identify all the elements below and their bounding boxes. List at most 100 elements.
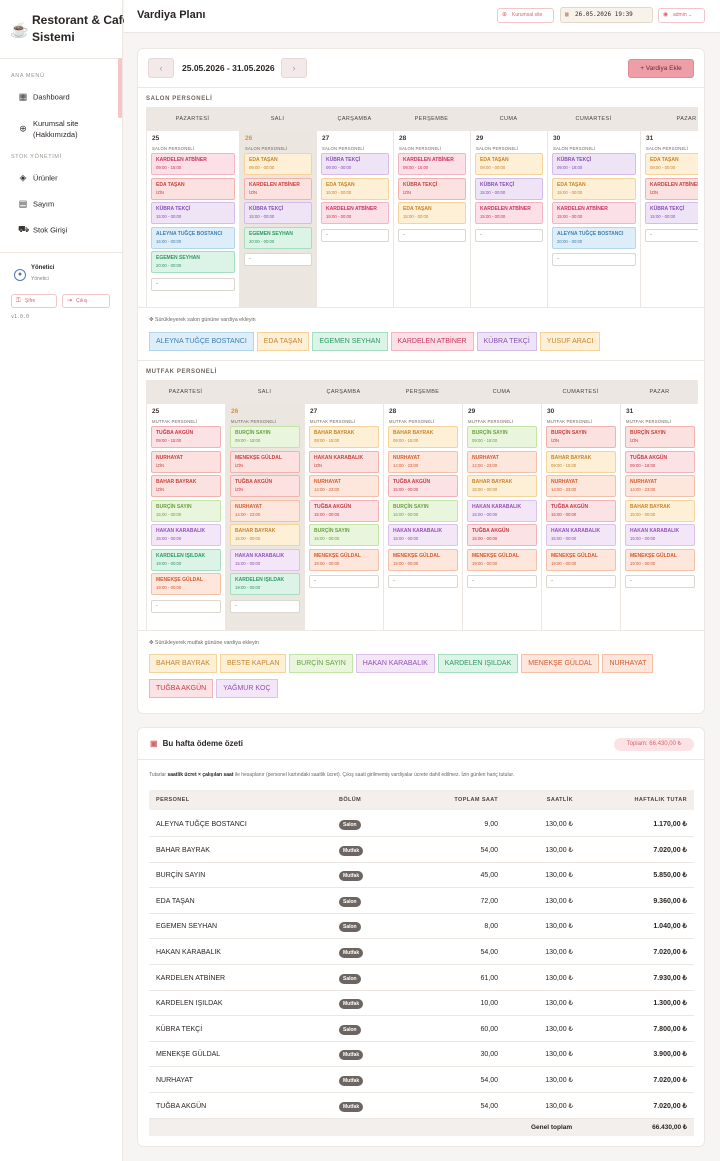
shift-card[interactable]: HAKAN KARABALIK 15:00 - 00:00 bbox=[625, 524, 695, 546]
shift-card[interactable]: MENEKŞE GÜLDAL 19:00 - 00:00 bbox=[625, 548, 695, 571]
shift-card[interactable]: NURHAYAT 14:00 - 23:00 bbox=[546, 475, 616, 497]
shift-card[interactable]: BURÇİN SAYIN 15:00 - 00:00 bbox=[388, 499, 458, 522]
shift-card[interactable]: KARDELEN ATBİNER İZİN bbox=[244, 177, 312, 200]
shift-card[interactable]: BAHAR BAYRAK 15:00 - 00:00 bbox=[467, 475, 537, 497]
shift-card[interactable]: BAHAR BAYRAK 09:00 - 15:00 bbox=[546, 450, 616, 473]
shift-card[interactable]: TUĞBA AKGÜN İZİN bbox=[230, 475, 300, 497]
shift-card[interactable]: BURÇİN SAYIN 15:00 - 00:00 bbox=[309, 524, 379, 546]
shift-card[interactable]: ALEYNA TUĞÇE BOSTANCI 16:00 - 00:00 bbox=[151, 226, 235, 249]
shift-card[interactable]: HAKAN KARABALIK 15:00 - 00:00 bbox=[546, 524, 616, 546]
shift-card[interactable]: BAHAR BAYRAK 09:00 - 15:00 bbox=[309, 426, 379, 448]
shift-card[interactable]: BAHAR BAYRAK İZİN bbox=[151, 475, 221, 497]
sidebar-item-dashboard[interactable]: ▦ Dashboard bbox=[0, 86, 118, 108]
add-shift-box[interactable]: - bbox=[546, 575, 616, 588]
add-shift-box[interactable]: - bbox=[475, 228, 543, 242]
shift-card[interactable]: HAKAN KARABALIK 15:00 - 00:00 bbox=[388, 524, 458, 546]
shift-card[interactable]: MENEKŞE GÜLDAL 19:00 - 00:00 bbox=[151, 573, 221, 595]
shift-card[interactable]: EDA TAŞAN 15:00 - 00:00 bbox=[321, 177, 389, 200]
shift-card[interactable]: NURHAYAT 14:00 - 23:00 bbox=[230, 499, 300, 522]
staff-chip[interactable]: KARDELEN ATBİNER bbox=[390, 332, 474, 351]
staff-chip[interactable]: MENEKŞE GÜLDAL bbox=[521, 654, 600, 673]
staff-chip[interactable]: ALEYNA TUĞÇE BOSTANCI bbox=[149, 332, 254, 351]
shift-card[interactable]: EDA TAŞAN 09:00 - 00:00 bbox=[645, 153, 698, 175]
shift-card[interactable]: EGEMEN SEYHAN 20:00 - 00:00 bbox=[151, 251, 235, 273]
shift-card[interactable]: EDA TAŞAN İZİN bbox=[151, 177, 235, 200]
shift-card[interactable]: BURÇİN SAYIN 09:00 - 18:00 bbox=[230, 426, 300, 448]
shift-card[interactable]: KÜBRA TEKÇİ İZİN bbox=[398, 177, 466, 200]
sidebar-item-stock-entry[interactable]: ⛟ Stok Girişi bbox=[0, 219, 118, 241]
shift-card[interactable]: HAKAN KARABALIK 15:00 - 00:00 bbox=[467, 499, 537, 522]
shift-card[interactable]: EDA TAŞAN 09:00 - 00:00 bbox=[475, 153, 543, 175]
shift-card[interactable]: KÜBRA TEKÇİ 09:00 - 00:00 bbox=[321, 153, 389, 175]
add-shift-box[interactable]: - bbox=[388, 575, 458, 588]
shift-card[interactable]: KARDELEN ATBİNER 15:00 - 00:00 bbox=[475, 202, 543, 224]
add-shift-box[interactable]: - bbox=[151, 277, 235, 291]
shift-card[interactable]: EDA TAŞAN 15:00 - 00:00 bbox=[398, 202, 466, 224]
add-shift-button[interactable]: + Vardiya Ekle bbox=[628, 59, 694, 78]
shift-card[interactable]: KARDELEN IŞILDAK 19:00 - 00:00 bbox=[230, 573, 300, 595]
shift-card[interactable]: BAHAR BAYRAK 15:00 - 00:00 bbox=[230, 524, 300, 546]
shift-card[interactable]: TUĞBA AKGÜN 09:00 - 15:00 bbox=[151, 426, 221, 448]
shift-card[interactable]: MENEKŞE GÜLDAL 19:00 - 00:00 bbox=[467, 548, 537, 571]
shift-card[interactable]: NURHAYAT İZİN bbox=[151, 450, 221, 473]
shift-card[interactable]: KARDELEN IŞILDAK 19:00 - 00:00 bbox=[151, 548, 221, 571]
shift-card[interactable]: KÜBRA TEKÇİ 15:00 - 00:00 bbox=[151, 202, 235, 224]
shift-card[interactable]: MENEKŞE GÜLDAL 19:00 - 00:00 bbox=[309, 548, 379, 571]
add-shift-box[interactable]: - bbox=[321, 228, 389, 242]
shift-card[interactable]: BAHAR BAYRAK 09:00 - 15:00 bbox=[388, 426, 458, 448]
shift-card[interactable]: BURÇİN SAYIN İZİN bbox=[546, 426, 616, 448]
add-shift-box[interactable]: - bbox=[398, 228, 466, 242]
staff-chip[interactable]: HAKAN KARABALIK bbox=[355, 654, 435, 673]
staff-chip[interactable]: YUSUF ARACI bbox=[539, 332, 601, 351]
shift-card[interactable]: EDA TAŞAN 15:00 - 00:00 bbox=[552, 177, 636, 200]
add-shift-box[interactable]: - bbox=[552, 253, 636, 266]
shift-card[interactable]: BURÇİN SAYIN 09:00 - 18:00 bbox=[467, 426, 537, 448]
brand[interactable]: ☕ Restorant & Cafe Sistemi bbox=[10, 12, 129, 48]
staff-chip[interactable]: KARDELEN IŞILDAK bbox=[437, 654, 519, 673]
shift-card[interactable]: EGEMEN SEYHAN 20:00 - 00:00 bbox=[244, 226, 312, 249]
shift-card[interactable]: KARDELEN ATBİNER 09:00 - 15:00 bbox=[398, 153, 466, 175]
add-shift-box[interactable]: - bbox=[309, 575, 379, 588]
add-shift-box[interactable]: - bbox=[244, 253, 312, 266]
shift-card[interactable]: ALEYNA TUĞÇE BOSTANCI 20:00 - 00:00 bbox=[552, 226, 636, 249]
shift-card[interactable]: KÜBRA TEKÇİ 09:00 - 18:00 bbox=[552, 153, 636, 175]
shift-card[interactable]: KARDELEN ATBİNER 15:00 - 00:00 bbox=[321, 202, 389, 224]
sidebar-item-corporate-site[interactable]: ⊕ Kurumsal site (Hakkımızda) bbox=[0, 115, 118, 143]
sidebar-item-count[interactable]: ▤ Sayım bbox=[0, 193, 118, 215]
staff-chip[interactable]: EDA TAŞAN bbox=[256, 332, 310, 351]
shift-card[interactable]: MENEKŞE GÜLDAL İZİN bbox=[230, 450, 300, 473]
password-button[interactable]: ⚿ Şifre bbox=[11, 294, 57, 308]
shift-card[interactable]: BAHAR BAYRAK 15:00 - 00:00 bbox=[625, 499, 695, 522]
prev-week-button[interactable]: ‹ bbox=[148, 58, 174, 78]
staff-chip[interactable]: EGEMEN SEYHAN bbox=[312, 332, 388, 351]
add-shift-box[interactable]: - bbox=[645, 228, 698, 242]
shift-card[interactable]: NURHAYAT 14:00 - 23:00 bbox=[309, 475, 379, 497]
add-shift-box[interactable]: - bbox=[625, 575, 695, 588]
shift-card[interactable]: HAKAN KARABALIK İZİN bbox=[309, 450, 379, 473]
staff-chip[interactable]: TUĞBA AKGÜN bbox=[149, 679, 214, 698]
sidebar-scrollbar[interactable] bbox=[118, 58, 122, 118]
logout-button[interactable]: ⇥ Çıkış bbox=[62, 294, 110, 308]
user-menu-button[interactable]: ◉ admin ⌄ bbox=[658, 8, 705, 23]
staff-chip[interactable]: BESTE KAPLAN bbox=[219, 654, 287, 673]
staff-chip[interactable]: BURÇİN SAYIN bbox=[289, 654, 353, 673]
sidebar-item-products[interactable]: ◈ Ürünler bbox=[0, 167, 118, 189]
shift-card[interactable]: BURÇİN SAYIN 15:00 - 00:00 bbox=[151, 499, 221, 522]
staff-chip[interactable]: KÜBRA TEKÇİ bbox=[476, 332, 537, 351]
shift-card[interactable]: KÜBRA TEKÇİ 15:00 - 00:00 bbox=[645, 202, 698, 224]
shift-card[interactable]: TUĞBA AKGÜN 09:00 - 18:00 bbox=[625, 450, 695, 473]
shift-card[interactable]: TUĞBA AKGÜN 15:00 - 00:00 bbox=[546, 499, 616, 522]
shift-card[interactable]: NURHAYAT 14:00 - 23:00 bbox=[467, 450, 537, 473]
shift-card[interactable]: KARDELEN ATBİNER 09:00 - 15:00 bbox=[151, 153, 235, 175]
shift-card[interactable]: KÜBRA TEKÇİ 15:00 - 00:00 bbox=[475, 177, 543, 200]
add-shift-box[interactable]: - bbox=[230, 599, 300, 613]
add-shift-box[interactable]: - bbox=[151, 599, 221, 613]
shift-card[interactable]: MENEKŞE GÜLDAL 19:00 - 00:00 bbox=[546, 548, 616, 571]
staff-chip[interactable]: NURHAYAT bbox=[602, 654, 654, 673]
shift-card[interactable]: HAKAN KARABALIK 15:00 - 00:00 bbox=[151, 524, 221, 546]
shift-card[interactable]: NURHAYAT 14:00 - 23:00 bbox=[625, 475, 695, 497]
shift-card[interactable]: TUĞBA AKGÜN 15:00 - 00:00 bbox=[388, 475, 458, 497]
shift-card[interactable]: NURHAYAT 14:00 - 23:00 bbox=[388, 450, 458, 473]
shift-card[interactable]: KÜBRA TEKÇİ 15:00 - 00:00 bbox=[244, 202, 312, 224]
shift-card[interactable]: TUĞBA AKGÜN 15:00 - 00:00 bbox=[467, 524, 537, 546]
